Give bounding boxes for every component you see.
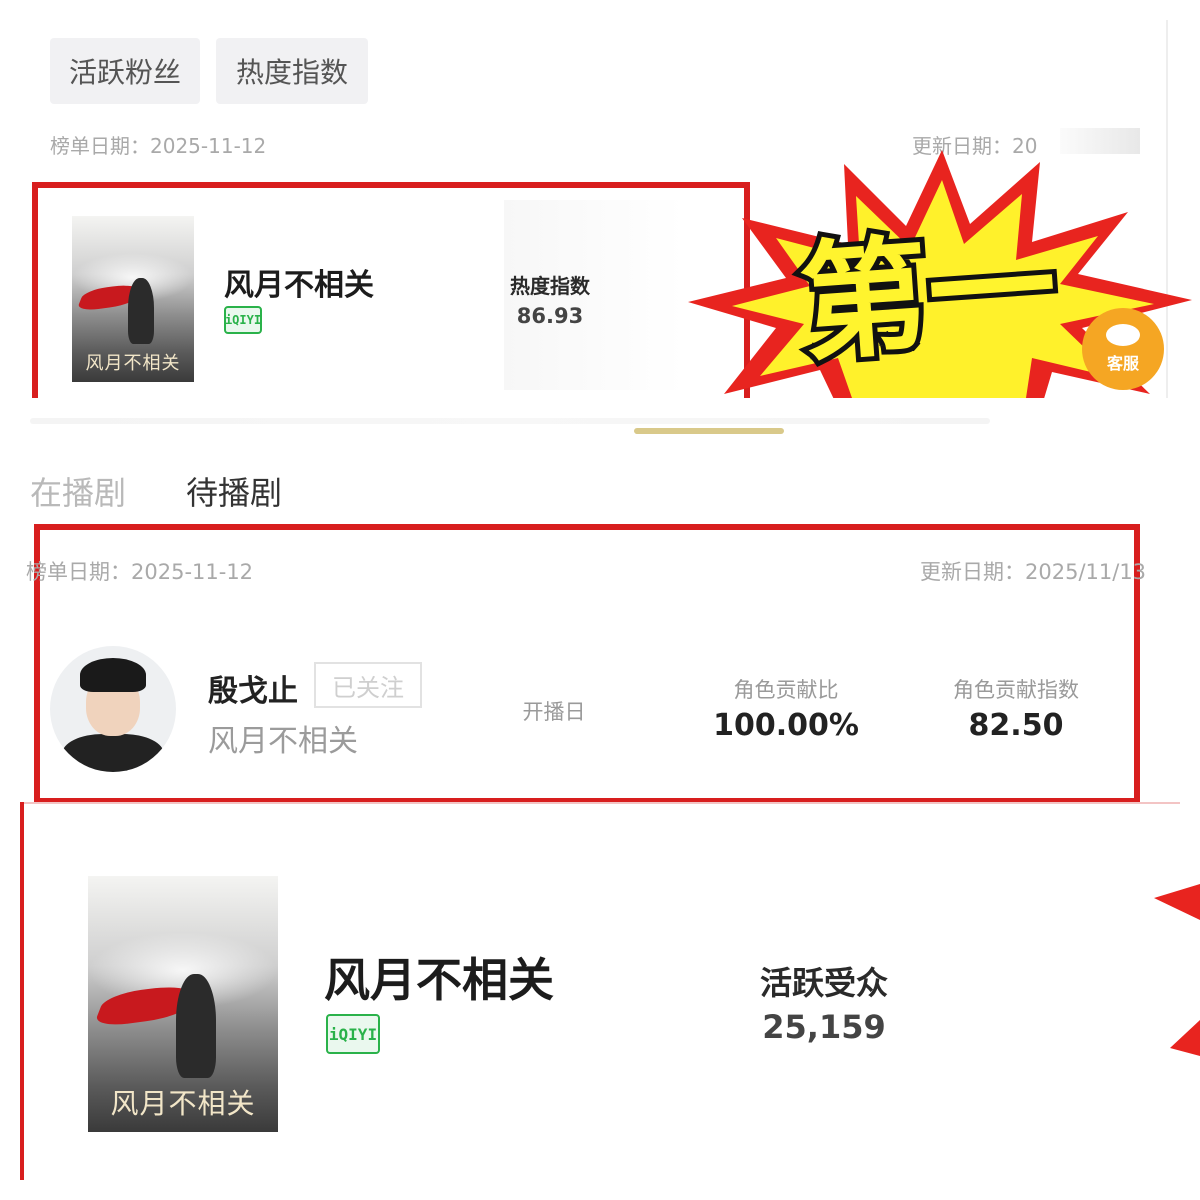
active-audience-value: 25,159 [762,1008,886,1046]
list-date: 榜单日期：2025-11-12 [50,134,267,158]
contrib-ratio-value: 100.00% [713,708,859,743]
poster-figure-large [176,974,216,1078]
actor-show: 风月不相关 [208,724,358,759]
avatar-body [62,734,164,772]
actor-avatar[interactable] [50,646,176,772]
show-poster-large[interactable]: 风月不相关 [88,876,278,1132]
update-date-2: 更新日期：2025/11/13 [920,560,1147,584]
tab-airing[interactable]: 在播剧 [30,468,126,514]
list-date-2: 榜单日期：2025-11-12 [26,560,254,584]
iqiyi-logo-large: iQIYI [326,1014,380,1054]
show-title-large[interactable]: 风月不相关 [324,944,554,1010]
panel-heat-index: 活跃粉丝 热度指数 榜单日期：2025-11-12 更新日期：20 风月不相关 … [0,0,1200,398]
tab-active-fans[interactable]: 活跃粉丝 [50,38,200,104]
sticker-fragment-top [1154,884,1200,920]
poster-figure [128,278,154,344]
faded-tab-row [30,418,990,424]
tab-upcoming[interactable]: 待播剧 [186,468,282,514]
active-tab-indicator [634,428,784,434]
contrib-ratio-label: 角色贡献比 [733,678,839,702]
show-title[interactable]: 风月不相关 [224,260,374,304]
air-date-label: 开播日 [522,700,586,724]
panel3-top-border [22,802,1180,804]
poster-title-large: 风月不相关 [110,1086,256,1120]
first-place-text: 第一 [795,213,1061,379]
tab-heat-index[interactable]: 热度指数 [216,38,368,104]
heat-index-label: 热度指数 [510,274,590,298]
active-audience-label: 活跃受众 [759,964,888,1002]
customer-service-label: 客服 [1106,354,1139,373]
panel3-left-border [20,802,24,1180]
contrib-index-label: 角色贡献指数 [953,678,1079,702]
contrib-index-value: 82.50 [968,708,1064,743]
follow-button[interactable]: 已关注 [314,662,422,708]
customer-service-button[interactable]: 客服 [1082,308,1164,390]
show-poster[interactable]: 风月不相关 [72,216,194,382]
sticker-fragment-right [1154,884,1200,1056]
avatar-hair [80,658,146,692]
tab-active-fans-label: 活跃粉丝 [68,56,181,89]
actor-name[interactable]: 殷戈止 [208,666,298,710]
tab-heat-index-label: 热度指数 [235,56,348,89]
iqiyi-logo: iQIYI [224,306,262,334]
sticker-fragment-bottom [1170,1020,1200,1056]
poster-title: 风月不相关 [85,353,181,375]
heat-index-value: 86.93 [516,304,584,328]
chat-bubble-icon [1106,324,1140,346]
